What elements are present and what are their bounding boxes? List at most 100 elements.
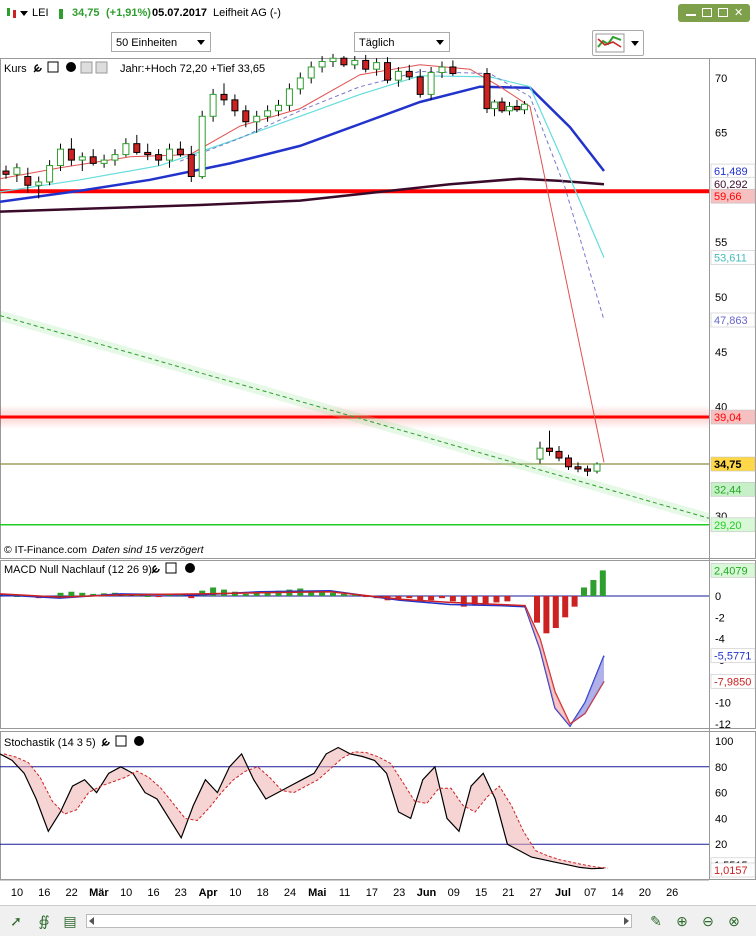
year-high-low-info: Jahr:+Hoch 72,20 +Tief 33,65 <box>120 63 265 75</box>
x-tick-label: 07 <box>584 887 596 899</box>
candle-body <box>253 115 261 123</box>
candle-body <box>78 156 86 161</box>
scroll-left-icon[interactable] <box>89 917 94 925</box>
macd-value-label: -5,5771 <box>714 651 751 663</box>
x-tick-label: 10 <box>229 887 241 899</box>
horizontal-scrollbar[interactable] <box>86 914 632 928</box>
x-tick-label: 11 <box>339 887 350 899</box>
macd-histogram-bar <box>68 591 75 596</box>
candle-body <box>100 159 108 164</box>
candle-body <box>89 156 97 164</box>
macd-histogram-bar <box>493 596 500 603</box>
macd-value-label: -7,9850 <box>714 676 751 688</box>
macd-histogram-bar <box>428 596 435 601</box>
candle-body <box>362 59 370 70</box>
candle-body <box>46 165 54 183</box>
candle-body <box>285 88 293 106</box>
candle-body <box>506 105 513 112</box>
scroll-right-icon[interactable] <box>624 917 629 925</box>
x-tick-label: 15 <box>475 887 487 899</box>
x-tick-label: Mai <box>308 887 326 899</box>
candle-body <box>536 447 544 460</box>
maximize-panel-icon[interactable] <box>47 61 59 73</box>
candle-body <box>555 450 563 459</box>
macd-histogram-bar <box>599 570 606 596</box>
macd-histogram-bar <box>155 596 162 598</box>
macd-tick-label: -4 <box>715 634 725 646</box>
zoom-in-icon[interactable]: ⊖ <box>698 911 718 931</box>
candle-body <box>35 181 43 186</box>
candle-body <box>24 176 32 186</box>
x-tick-label: 26 <box>666 887 678 899</box>
macd-tick-label: -2 <box>715 612 725 624</box>
maximize-panel-icon[interactable] <box>165 562 177 574</box>
price-label: 39,04 <box>714 412 742 424</box>
candle-body <box>242 110 250 123</box>
candle-body <box>593 463 601 472</box>
candle-body <box>394 70 402 81</box>
zoom-out-icon[interactable]: ⊗ <box>724 911 744 931</box>
price-label: 29,20 <box>714 520 742 532</box>
move-down-icon[interactable] <box>95 61 108 74</box>
macd-tick-label: 0 <box>715 591 721 603</box>
macd-histogram-bar <box>534 596 540 623</box>
layers-icon[interactable]: ▤ <box>60 911 80 931</box>
candle-body <box>329 57 337 63</box>
candle-body <box>2 170 10 175</box>
x-tick-label: 27 <box>530 887 542 899</box>
macd-histogram-bar <box>552 596 559 628</box>
macd-histogram-bar <box>330 592 336 596</box>
macd-histogram-bar <box>504 596 511 602</box>
macd-histogram-bar <box>406 596 413 599</box>
candle-body <box>307 66 315 79</box>
drawing-tools-icon[interactable]: ✎ <box>646 911 666 931</box>
candle-body <box>176 148 184 156</box>
close-panel-icon[interactable] <box>185 563 195 573</box>
move-up-icon[interactable] <box>80 61 93 74</box>
candle-body <box>220 93 228 101</box>
x-axis: 10 16 22 Mär 10 16 23 Apr 10 18 24 Mai 11 17 23 Jun 09 15… <box>0 879 709 899</box>
candle-body <box>296 77 304 90</box>
candle-body <box>584 468 591 472</box>
macd-histogram-bar <box>242 593 249 596</box>
x-tick-label: 09 <box>448 887 460 899</box>
candle-body <box>122 143 130 156</box>
stoch-value-label: 1,0157 <box>714 865 748 877</box>
zoom-fit-icon[interactable]: ⊕ <box>672 911 692 931</box>
candle-body <box>13 167 21 175</box>
export-icon[interactable]: ➚ <box>6 911 26 931</box>
candle-body <box>111 154 119 161</box>
candle-body <box>491 101 498 110</box>
macd-histogram-bar <box>449 596 456 602</box>
candle-body <box>416 76 424 95</box>
candle-body <box>483 73 491 110</box>
macd-histogram-bar <box>144 596 151 597</box>
x-tick-label: Jul <box>555 887 571 899</box>
x-tick-label: 18 <box>257 887 269 899</box>
price-label: 32,44 <box>714 484 742 496</box>
candle-body <box>521 103 528 111</box>
macd-histogram-bar <box>57 592 64 596</box>
candle-body <box>231 99 239 112</box>
x-tick-label: 21 <box>502 887 514 899</box>
price-label: 47,863 <box>714 315 748 327</box>
stoch-panel <box>0 731 756 880</box>
candle-body <box>144 151 152 156</box>
candle-body <box>351 59 359 66</box>
close-panel-icon[interactable] <box>66 62 76 72</box>
candle-body <box>449 66 457 75</box>
close-panel-icon[interactable] <box>134 736 144 746</box>
candle-body <box>67 148 75 161</box>
price-tick-label: 55 <box>715 237 727 249</box>
maximize-panel-icon[interactable] <box>115 735 127 747</box>
indicator-icon[interactable]: ∯ <box>34 911 54 931</box>
macd-histogram-bar <box>543 596 550 634</box>
candle-body <box>427 71 435 95</box>
candle-body <box>438 66 446 73</box>
candle-body <box>166 148 173 161</box>
x-tick-label: 17 <box>366 887 378 899</box>
stoch-panel-label: Stochastik (14 3 5) <box>4 737 96 749</box>
x-tick-label: 14 <box>611 887 623 899</box>
x-tick-label: Apr <box>199 887 219 899</box>
candle-body <box>384 62 391 81</box>
